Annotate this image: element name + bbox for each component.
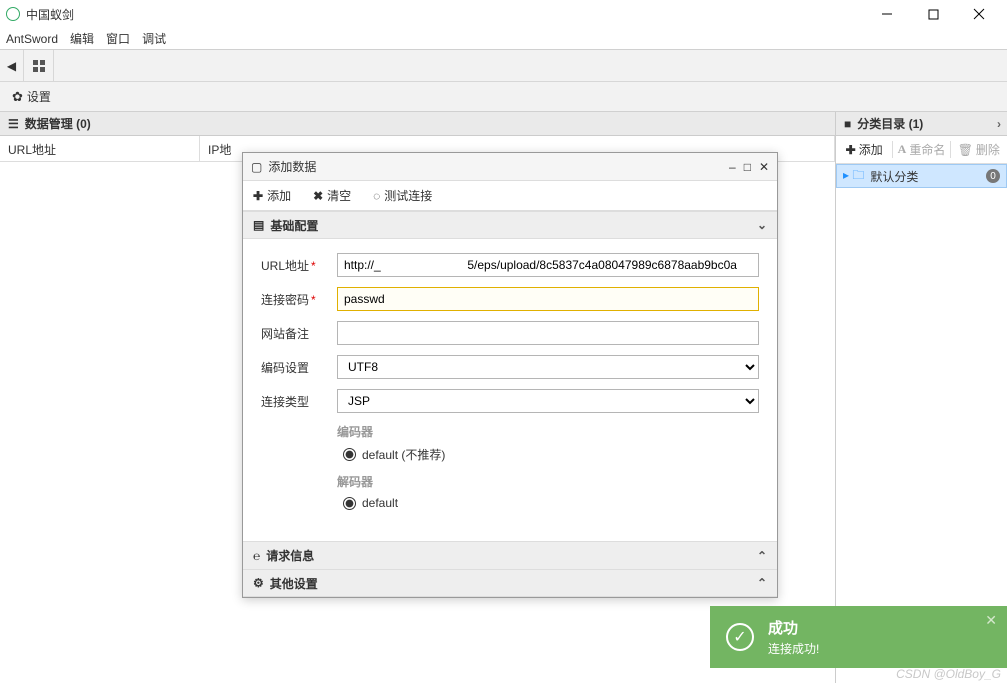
url-label: URL地址: [261, 259, 309, 273]
conntype-label: 连接类型: [261, 395, 309, 409]
app-icon: [6, 7, 20, 21]
menu-window[interactable]: 窗口: [106, 30, 130, 47]
toolbar-left-arrow[interactable]: ◀: [0, 50, 24, 81]
dialog-titlebar[interactable]: ▢ 添加数据 – □ ✕: [243, 153, 777, 181]
add-category-button[interactable]: ✚添加: [836, 141, 893, 158]
toolbar-grid-button[interactable]: [24, 50, 54, 81]
column-url[interactable]: URL地址: [0, 136, 200, 161]
section-other-header[interactable]: ⚙ 其他设置 ⌃: [243, 569, 777, 597]
window-icon: ▢: [251, 160, 262, 174]
dialog-test-button[interactable]: ◌测试连接: [373, 187, 432, 204]
gear-icon: ✿: [12, 89, 23, 105]
watermark: CSDN @OldBoy_G: [896, 667, 1001, 681]
settings-label: 设置: [27, 88, 51, 105]
note-input[interactable]: [337, 321, 759, 345]
category-label: 默认分类: [870, 168, 918, 185]
delete-category-button[interactable]: 🗑删除: [951, 141, 1007, 158]
minimize-button[interactable]: [873, 4, 901, 24]
decoder-header: 解码器: [337, 473, 759, 490]
toast-title: 成功: [768, 617, 819, 638]
dialog-minimize-button[interactable]: –: [729, 160, 736, 174]
decoder-radio[interactable]: [343, 497, 356, 510]
menu-debug[interactable]: 调试: [142, 30, 166, 47]
url-input[interactable]: [337, 253, 759, 277]
maximize-button[interactable]: [919, 4, 947, 24]
edge-icon: ℮: [253, 549, 260, 563]
decoder-option-default[interactable]: default: [343, 496, 759, 510]
menu-edit[interactable]: 编辑: [70, 30, 94, 47]
check-icon: ✓: [726, 623, 754, 651]
right-panel-toolbar: ✚添加 A重命名 🗑删除: [836, 136, 1007, 164]
dialog-close-button[interactable]: ✕: [759, 160, 769, 174]
left-panel-header: ☰ 数据管理 (0): [0, 112, 835, 136]
toolbar-row: ◀: [0, 50, 1007, 82]
chevron-up-icon: ⌃: [757, 576, 767, 590]
right-panel-title: 分类目录 (1): [857, 115, 923, 132]
right-panel-header: ■ 分类目录 (1) ›: [836, 112, 1007, 136]
folder-icon: ▸ 🗀: [843, 166, 864, 187]
chevron-down-icon[interactable]: ⌄: [757, 218, 767, 232]
section-request-header[interactable]: ℮ 请求信息 ⌃: [243, 541, 777, 569]
note-label: 网站备注: [261, 327, 309, 341]
cogs-icon: ⚙: [253, 576, 264, 590]
dialog-toolbar: ✚添加 ✖清空 ◌测试连接: [243, 181, 777, 211]
password-label: 连接密码: [261, 293, 309, 307]
rename-category-button[interactable]: A重命名: [893, 141, 950, 158]
right-panel: ■ 分类目录 (1) › ✚添加 A重命名 🗑删除 ▸ 🗀 默认分类 0: [835, 112, 1007, 683]
chevron-up-icon: ⌃: [757, 549, 767, 563]
password-input[interactable]: [337, 287, 759, 311]
encoder-radio[interactable]: [343, 448, 356, 461]
conntype-select[interactable]: JSP: [337, 389, 759, 413]
menu-antsword[interactable]: AntSword: [6, 32, 58, 46]
menu-bar: AntSword 编辑 窗口 调试: [0, 28, 1007, 50]
dialog-maximize-button[interactable]: □: [744, 160, 751, 174]
grid-icon: [33, 60, 45, 72]
spinner-icon: ◌: [373, 189, 380, 203]
add-data-dialog: ▢ 添加数据 – □ ✕ ✚添加 ✖清空 ◌测试连接 ▤ 基础配置 ⌄ URL地…: [242, 152, 778, 598]
encoding-select[interactable]: UTF8: [337, 355, 759, 379]
folder-solid-icon: ■: [844, 117, 851, 131]
section-basic-header[interactable]: ▤ 基础配置 ⌄: [243, 211, 777, 239]
dialog-clear-button[interactable]: ✖清空: [313, 187, 351, 204]
category-count-badge: 0: [986, 169, 1000, 183]
encoder-option-default[interactable]: default (不推荐): [343, 446, 759, 463]
list-icon: ☰: [8, 117, 19, 131]
close-button[interactable]: [965, 4, 993, 24]
encoding-label: 编码设置: [261, 361, 309, 375]
category-item-default[interactable]: ▸ 🗀 默认分类 0: [836, 164, 1007, 188]
success-toast: ✓ 成功 连接成功! ✕: [710, 606, 1007, 668]
settings-bar[interactable]: ✿ 设置: [0, 82, 1007, 112]
toast-message: 连接成功!: [768, 640, 819, 657]
window-titlebar: 中国蚁剑: [0, 0, 1007, 28]
encoder-header: 编码器: [337, 423, 759, 440]
section-basic-body: URL地址* 连接密码* 网站备注 编码设置 UTF8 连接类型 JSP 编码器…: [243, 239, 777, 541]
dialog-title: 添加数据: [268, 158, 316, 175]
dialog-add-button[interactable]: ✚添加: [253, 187, 291, 204]
window-title: 中国蚁剑: [26, 6, 873, 23]
chevron-right-icon[interactable]: ›: [997, 117, 1001, 131]
left-panel-title: 数据管理 (0): [25, 115, 91, 132]
toast-close-button[interactable]: ✕: [985, 612, 997, 629]
document-icon: ▤: [253, 218, 264, 232]
